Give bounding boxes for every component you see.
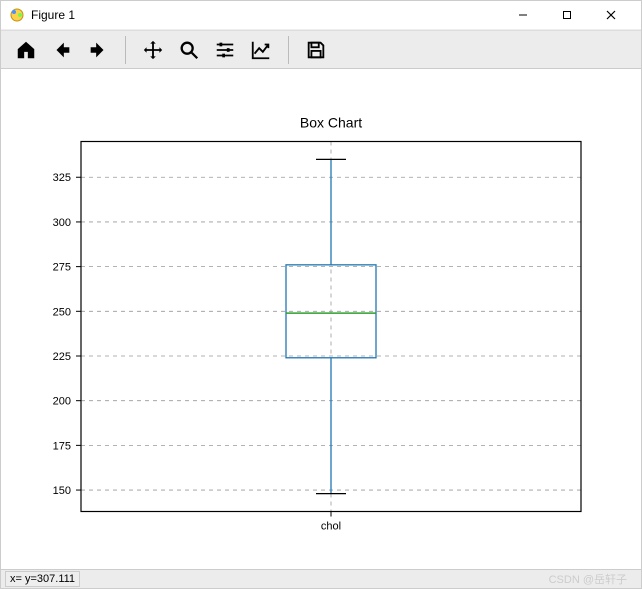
- home-icon: [15, 39, 37, 61]
- sliders-icon: [214, 39, 236, 61]
- svg-text:325: 325: [53, 173, 71, 185]
- toolbar: [1, 30, 641, 69]
- forward-button[interactable]: [81, 33, 115, 67]
- boxplot-chart: Box Chart 150 175 200 225 250 275 300 325 chol: [1, 69, 641, 569]
- app-icon: [9, 7, 25, 23]
- home-button[interactable]: [9, 33, 43, 67]
- cursor-coords: x= y=307.111: [5, 571, 80, 587]
- svg-text:275: 275: [53, 262, 71, 274]
- svg-text:150: 150: [53, 485, 71, 497]
- figure-window: Figure 1: [0, 0, 642, 589]
- save-button[interactable]: [299, 33, 333, 67]
- arrow-right-icon: [87, 39, 109, 61]
- svg-text:175: 175: [53, 441, 71, 453]
- watermark: CSDN @岳轩子: [549, 571, 637, 587]
- separator: [125, 36, 126, 64]
- pan-button[interactable]: [136, 33, 170, 67]
- maximize-button[interactable]: [545, 1, 589, 29]
- save-icon: [305, 39, 327, 61]
- svg-text:250: 250: [53, 307, 71, 319]
- close-button[interactable]: [589, 1, 633, 29]
- statusbar: x= y=307.111 CSDN @岳轩子: [1, 569, 641, 588]
- move-icon: [142, 39, 164, 61]
- svg-text:300: 300: [53, 217, 71, 229]
- minimize-button[interactable]: [501, 1, 545, 29]
- back-button[interactable]: [45, 33, 79, 67]
- chart-line-icon: [250, 39, 272, 61]
- plot-area[interactable]: Box Chart 150 175 200 225 250 275 300 325 chol: [1, 69, 641, 569]
- svg-text:Box Chart: Box Chart: [300, 115, 362, 131]
- separator: [288, 36, 289, 64]
- svg-text:chol: chol: [321, 521, 341, 533]
- titlebar: Figure 1: [1, 1, 641, 30]
- zoom-button[interactable]: [172, 33, 206, 67]
- window-title: Figure 1: [31, 8, 501, 22]
- svg-text:225: 225: [53, 351, 71, 363]
- svg-text:200: 200: [53, 396, 71, 408]
- axis-button[interactable]: [244, 33, 278, 67]
- arrow-left-icon: [51, 39, 73, 61]
- window-controls: [501, 1, 633, 29]
- subplots-button[interactable]: [208, 33, 242, 67]
- zoom-icon: [178, 39, 200, 61]
